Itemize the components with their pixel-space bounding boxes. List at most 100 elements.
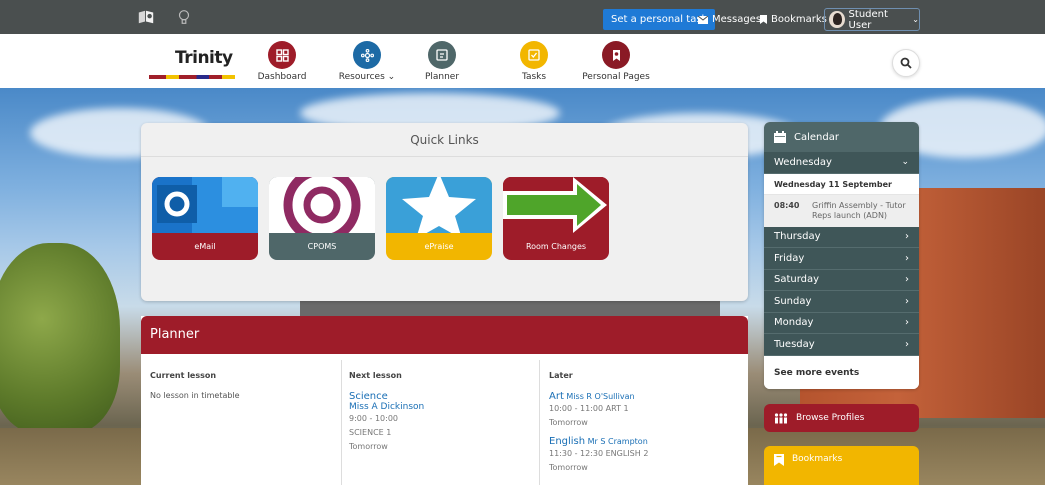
chevron-right-icon: › [905,274,909,286]
chevron-down-icon: ⌄ [387,72,396,82]
star-icon [386,177,492,239]
calendar-day-monday[interactable]: Monday › [764,312,919,334]
later-teacher[interactable]: Mr S Crampton [588,437,648,446]
envelope-icon [698,15,708,24]
calendar-day-saturday[interactable]: Saturday › [764,269,919,291]
resources-text: Resources [338,72,385,82]
main-nav: Trinity Dashboard Resources ⌄ Planner Ta… [0,34,1045,88]
later-heading: Later [549,371,573,380]
nav-label-resources: Resources ⌄ [327,72,407,82]
quick-link-room-changes[interactable]: Room Changes [503,177,609,260]
calendar-day-thursday[interactable]: Thursday › [764,226,919,248]
bookmarks-link[interactable]: Bookmarks [760,9,827,30]
lightbulb-icon[interactable] [175,8,193,26]
later-time-room: 11:30 - 12:30 ENGLISH 2 [549,449,649,458]
calendar-panel: Calendar Wednesday ⌄ Wednesday 11 Septem… [764,122,919,389]
app-switcher-icon[interactable] [137,8,155,26]
nav-dashboard[interactable]: Dashboard [242,41,322,82]
current-lesson-heading: Current lesson [150,371,217,380]
next-lesson-teacher[interactable]: Miss A Dickinson [349,402,539,412]
calendar-day-label: Sunday [774,295,812,307]
next-lesson-time: 9:00 - 10:00 [349,414,398,423]
nav-label-personal-pages: Personal Pages [582,72,650,82]
chevron-right-icon: › [905,231,909,243]
calendar-day-label: Saturday [774,274,820,286]
calendar-event-time: 08:40 [774,200,800,210]
later-teacher[interactable]: Miss R O'Sullivan [566,392,634,401]
chevron-right-icon: › [905,295,909,307]
quick-link-cpoms-label: CPOMS [307,242,337,251]
outlook-icon [152,177,258,233]
messages-link[interactable]: Messages [698,9,761,30]
next-lesson-column: Next lesson Science Miss A Dickinson 9:0… [349,360,539,485]
divider [341,360,342,485]
nav-planner[interactable]: Planner [402,41,482,82]
logo-text: Trinity [175,48,233,68]
nav-tasks[interactable]: Tasks [494,41,574,82]
calendar-icon [774,131,786,143]
nav-personal-pages[interactable]: Personal Pages [576,41,656,82]
quick-link-email[interactable]: eMail [152,177,258,260]
quick-link-cpoms[interactable]: CPOMS [269,177,375,260]
browse-profiles-button[interactable]: Browse Profiles [764,404,919,432]
search-icon [900,57,912,69]
messages-label: Messages [712,14,762,25]
top-bar: Set a personal task Messages Bookmarks S… [0,0,1045,34]
user-menu[interactable]: Student User ⌄ [824,8,920,31]
checkbox-icon [520,41,548,69]
nav-label-planner: Planner [424,72,460,82]
quick-link-room-changes-label: Room Changes [525,242,587,251]
calendar-title: Calendar [794,131,839,143]
later-subject[interactable]: Art [549,391,564,402]
calendar-day-tuesday[interactable]: Tuesday › [764,334,919,356]
later-item: Art Miss R O'Sullivan 10:00 - 11:00 ART … [549,391,744,430]
quick-link-email-label: eMail [194,242,216,251]
next-lesson-subject[interactable]: Science [349,391,539,402]
calendar-event[interactable]: 08:40 Griffin Assembly - Tutor Reps laun… [764,194,919,227]
top-bar-left-icons [137,8,193,26]
chevron-down-icon: ⌄ [901,157,909,168]
planner-title: Planner [141,316,748,354]
next-lesson-room: SCIENCE 1 [349,428,392,437]
planner-panel: Planner Current lesson No lesson in time… [141,316,748,485]
people-icon [774,412,788,423]
user-name: Student User [848,8,888,31]
current-lesson-column: Current lesson No lesson in timetable [150,360,335,485]
school-logo[interactable]: Trinity [147,43,235,79]
network-icon [353,41,381,69]
quick-link-epraise[interactable]: ePraise [386,177,492,260]
calendar-header[interactable]: Calendar [764,122,919,152]
search-button[interactable] [892,49,920,77]
badge-icon [602,41,630,69]
bookmarks-panel[interactable]: Bookmarks [764,446,919,485]
quick-link-epraise-label: ePraise [424,242,454,251]
divider [539,360,540,485]
see-more-events-link[interactable]: See more events [764,355,919,389]
calendar-event-description: Griffin Assembly - Tutor Reps launch (AD… [812,200,906,220]
nav-label-tasks: Tasks [521,72,547,82]
nav-label-dashboard: Dashboard [257,72,307,82]
chevron-right-icon: › [905,338,909,350]
grid-icon [268,41,296,69]
calendar-day-label: Wednesday [774,156,832,168]
logo-stripe [149,75,235,79]
nav-resources[interactable]: Resources ⌄ [327,41,407,82]
later-day: Tomorrow [549,418,588,427]
later-time-room: 10:00 - 11:00 ART 1 [549,404,629,413]
planner-icon [428,41,456,69]
bookmark-icon [774,454,784,466]
avatar [829,11,845,28]
calendar-day-label: Tuesday [774,338,815,350]
current-lesson-text: No lesson in timetable [150,391,240,400]
arrow-right-icon [503,177,609,233]
tree [0,243,120,433]
next-lesson-heading: Next lesson [349,371,402,380]
calendar-day-sunday[interactable]: Sunday › [764,291,919,313]
later-item: English Mr S Crampton 11:30 - 12:30 ENGL… [549,436,744,475]
later-subject[interactable]: English [549,436,585,447]
cpoms-icon [269,177,375,244]
quick-links-panel: Quick Links eMail CPOMS ePraise Room Cha… [141,123,748,301]
calendar-day-friday[interactable]: Friday › [764,248,919,270]
calendar-day-wednesday[interactable]: Wednesday ⌄ [764,152,919,174]
next-lesson-day: Tomorrow [349,442,388,451]
